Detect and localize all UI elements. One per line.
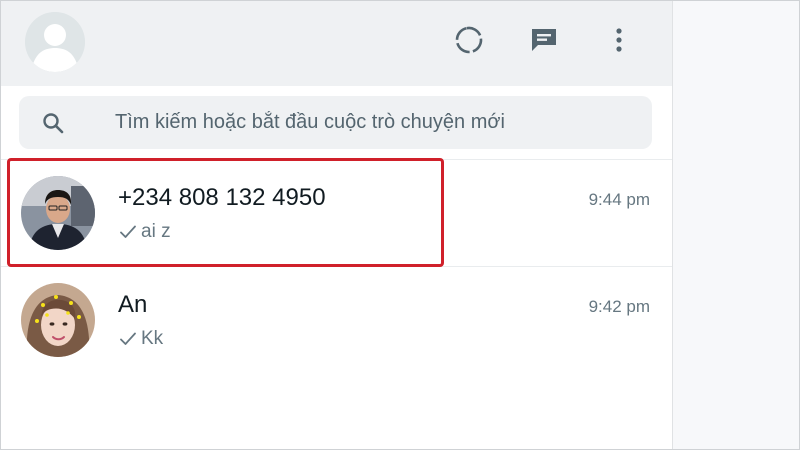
my-profile-avatar[interactable]: [25, 12, 85, 72]
menu-icon: [616, 28, 622, 52]
search-box[interactable]: [19, 96, 652, 149]
message-time: 9:42 pm: [588, 297, 650, 316]
contact-name: An: [118, 291, 148, 318]
new-chat-icon: [532, 29, 556, 51]
status-icon: [455, 26, 483, 54]
contact-photo-icon: [21, 283, 95, 357]
message-preview: Kk: [118, 327, 163, 351]
search-input[interactable]: [115, 96, 635, 149]
chat-list-item[interactable]: +234 808 132 4950 9:44 pm ai z: [1, 160, 672, 266]
app-window: +234 808 132 4950 9:44 pm ai z: [0, 0, 800, 450]
contact-avatar: [21, 283, 95, 357]
message-preview: ai z: [118, 220, 171, 244]
message-preview-text: ai z: [141, 221, 171, 242]
chat-list-panel: +234 808 132 4950 9:44 pm ai z: [1, 1, 673, 449]
menu-button[interactable]: [602, 23, 636, 57]
search-icon[interactable]: [41, 111, 65, 135]
chat-list-item[interactable]: An 9:42 pm Kk: [1, 267, 672, 373]
sent-check-icon: [120, 332, 136, 345]
contact-avatar: [21, 176, 95, 250]
contact-name: +234 808 132 4950: [118, 184, 326, 211]
default-user-avatar-icon: [25, 12, 85, 72]
search-bar: [1, 86, 672, 160]
contact-photo-icon: [21, 176, 95, 250]
conversation-pane: [673, 1, 799, 449]
panel-header: [1, 1, 672, 86]
new-chat-button[interactable]: [527, 23, 561, 57]
status-button[interactable]: [452, 23, 486, 57]
sent-check-icon: [120, 225, 136, 238]
message-time: 9:44 pm: [588, 190, 650, 209]
message-preview-text: Kk: [141, 328, 164, 349]
